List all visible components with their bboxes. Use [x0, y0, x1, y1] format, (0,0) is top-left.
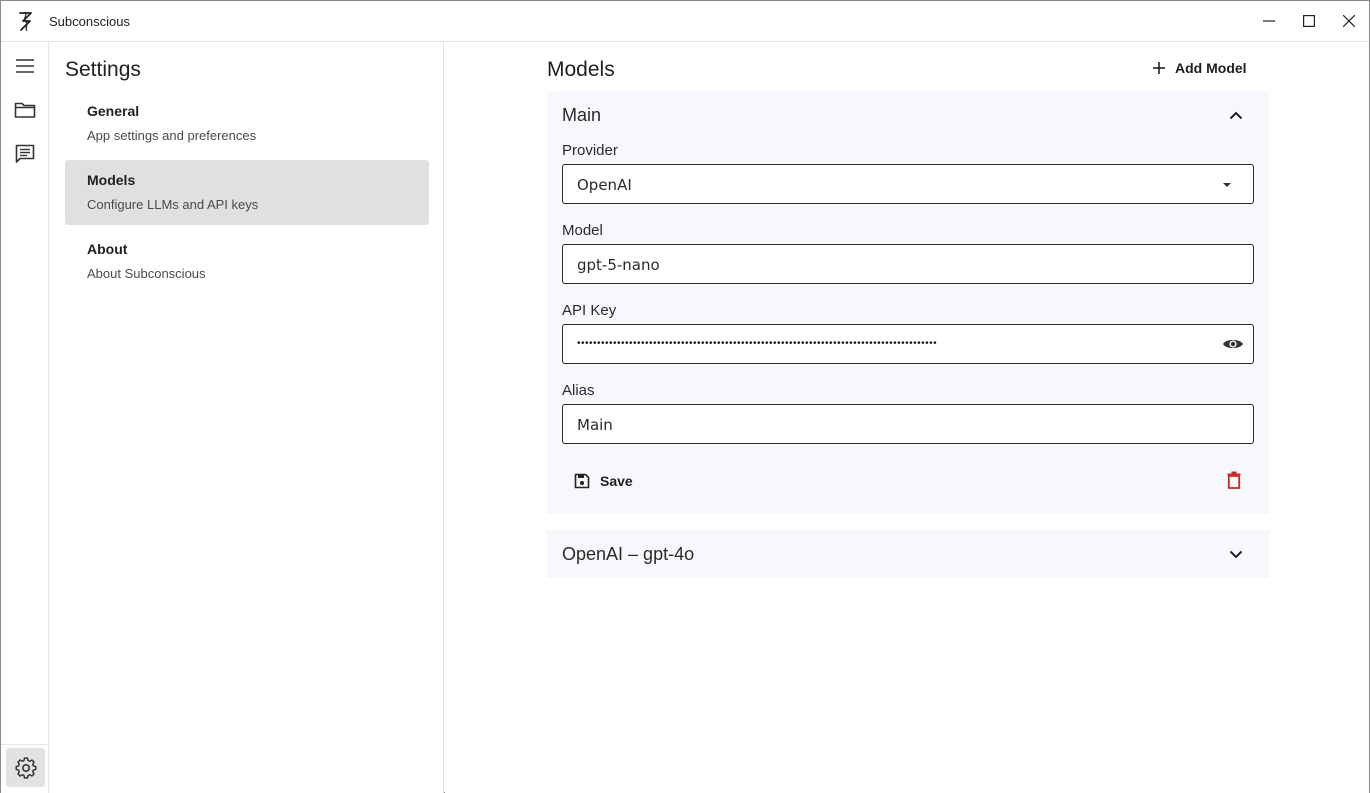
api-key-input[interactable]: ••••••••••••••••••••••••••••••••••••••••… [562, 324, 1254, 364]
menu-button[interactable] [5, 46, 45, 86]
rail-divider [1, 744, 48, 745]
navigation-rail [1, 42, 49, 793]
settings-button[interactable] [6, 748, 45, 787]
maximize-icon [1303, 15, 1315, 27]
models-page: Models Add Model Main Provider OpenAI Mo… [445, 42, 1369, 793]
settings-title: Settings [65, 58, 141, 81]
eye-icon [1223, 339, 1243, 349]
save-button[interactable]: Save [574, 470, 633, 492]
alias-label: Alias [562, 382, 595, 399]
nav-item-title: About [87, 241, 128, 257]
model-value: gpt-5-nano [577, 256, 660, 274]
folder-button[interactable] [5, 90, 45, 130]
plus-icon [1153, 62, 1165, 74]
expand-button[interactable] [1227, 545, 1245, 563]
dropdown-arrow-icon [1223, 183, 1231, 187]
add-model-button[interactable]: Add Model [1153, 56, 1247, 80]
title-bar[interactable]: Subconscious [1, 1, 1369, 42]
card-header-title[interactable]: Main [562, 105, 601, 126]
delete-model-button[interactable] [1225, 469, 1243, 491]
alias-input[interactable]: Main [562, 404, 1254, 444]
save-label: Save [600, 473, 633, 489]
settings-panel: Settings General App settings and prefer… [49, 42, 444, 793]
settings-nav-general[interactable]: General App settings and preferences [65, 91, 429, 156]
chat-icon [15, 144, 35, 163]
close-icon [1343, 15, 1355, 27]
api-key-label: API Key [562, 302, 617, 319]
subconscious-logo-icon [16, 10, 36, 32]
folder-icon [14, 102, 36, 118]
app-title: Subconscious [49, 14, 130, 29]
provider-label: Provider [562, 142, 618, 159]
alias-value: Main [577, 416, 613, 434]
nav-item-title: Models [87, 172, 136, 188]
add-model-label: Add Model [1175, 60, 1247, 76]
page-title: Models [547, 58, 615, 81]
settings-nav-about[interactable]: About About Subconscious [65, 229, 429, 294]
chat-button[interactable] [5, 134, 45, 174]
app-window: Subconscious Settings General App settin… [0, 0, 1370, 793]
chevron-down-icon [1229, 550, 1243, 558]
model-card-gpt-4o[interactable]: OpenAI – gpt-4o [547, 530, 1269, 578]
nav-item-subtitle: About Subconscious [87, 266, 206, 281]
trash-icon [1227, 471, 1241, 489]
chevron-up-icon [1229, 111, 1243, 119]
minimize-button[interactable] [1249, 1, 1289, 41]
maximize-button[interactable] [1289, 1, 1329, 41]
nav-item-subtitle: App settings and preferences [87, 128, 257, 143]
collapse-button[interactable] [1227, 106, 1245, 124]
nav-item-title: General [87, 103, 140, 119]
card-header-title: OpenAI – gpt-4o [562, 544, 695, 564]
gear-icon [14, 756, 37, 779]
menu-icon [16, 59, 34, 73]
minimize-icon [1263, 20, 1275, 22]
provider-select[interactable]: OpenAI [562, 164, 1254, 204]
close-button[interactable] [1329, 1, 1369, 41]
settings-nav-models[interactable]: Models Configure LLMs and API keys [65, 160, 429, 225]
save-icon [574, 473, 590, 489]
api-key-masked-value: ••••••••••••••••••••••••••••••••••••••••… [577, 341, 938, 347]
show-password-button[interactable] [1221, 334, 1245, 354]
model-card-main: Main Provider OpenAI Model gpt-5-nano AP… [547, 91, 1269, 514]
model-input[interactable]: gpt-5-nano [562, 244, 1254, 284]
provider-value: OpenAI [577, 176, 632, 194]
nav-item-subtitle: Configure LLMs and API keys [87, 197, 259, 212]
model-label: Model [562, 222, 603, 239]
